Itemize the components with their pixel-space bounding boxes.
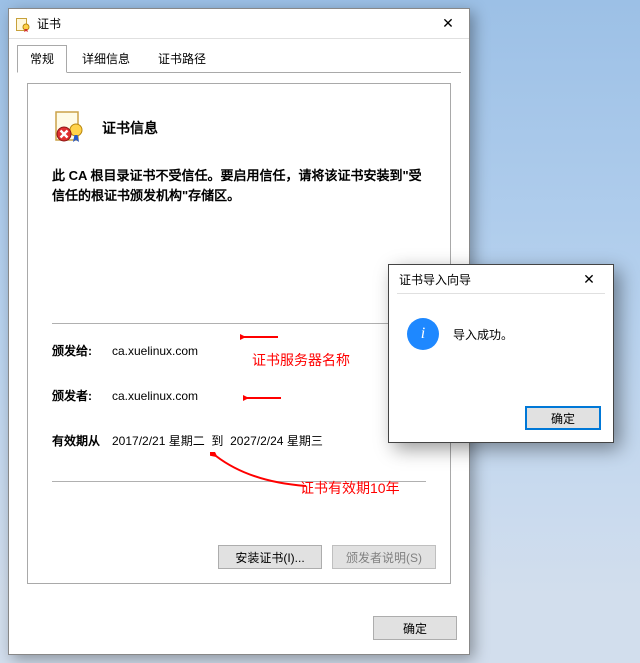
popup-message: 导入成功。 [453, 326, 513, 343]
tab-general[interactable]: 常规 [17, 45, 67, 73]
import-success-popup: 证书导入向导 ✕ i 导入成功。 确定 [388, 264, 614, 443]
certificate-warning-icon [52, 108, 92, 148]
certificate-titlebar-icon [15, 16, 31, 32]
dialog-footer: 确定 [373, 616, 457, 640]
issuer-statement-button: 颁发者说明(S) [332, 545, 436, 569]
issued-by-label: 颁发者: [52, 387, 112, 404]
popup-body: i 导入成功。 [389, 294, 613, 364]
panel-buttons: 安装证书(I)... 颁发者说明(S) [218, 545, 436, 569]
popup-ok-button[interactable]: 确定 [525, 406, 601, 430]
validity-label: 有效期从 [52, 432, 112, 449]
separator [52, 323, 426, 324]
titlebar: 证书 ✕ [9, 9, 469, 39]
install-certificate-button[interactable]: 安装证书(I)... [218, 545, 322, 569]
validity-row: 有效期从 2017/2/21 星期二 到 2027/2/24 星期三 [52, 432, 426, 449]
info-icon: i [407, 318, 439, 350]
tab-details[interactable]: 详细信息 [69, 45, 143, 73]
window-title: 证书 [37, 15, 61, 32]
trust-warning-text: 此 CA 根目录证书不受信任。要启用信任，请将该证书安装到"受信任的根证书颁发机… [52, 166, 426, 205]
issued-by-value: ca.xuelinux.com [112, 389, 198, 403]
ok-button[interactable]: 确定 [373, 616, 457, 640]
issued-to-label: 颁发给: [52, 342, 112, 359]
certificate-info-header: 证书信息 [52, 108, 426, 148]
issued-to-value: ca.xuelinux.com [112, 344, 198, 358]
popup-titlebar: 证书导入向导 ✕ [389, 265, 613, 293]
issued-to-row: 颁发给: ca.xuelinux.com [52, 342, 426, 359]
certificate-info-header-label: 证书信息 [102, 118, 158, 138]
window-close-button[interactable]: ✕ [427, 9, 469, 37]
issued-by-row: 颁发者: ca.xuelinux.com [52, 387, 426, 404]
separator [52, 481, 426, 482]
tabs-bar: 常规 详细信息 证书路径 [9, 39, 469, 73]
validity-dates: 2017/2/21 星期二 到 2027/2/24 星期三 [112, 432, 323, 449]
tab-cert-path[interactable]: 证书路径 [145, 45, 219, 73]
popup-title: 证书导入向导 [399, 271, 471, 288]
popup-close-button[interactable]: ✕ [571, 267, 607, 291]
